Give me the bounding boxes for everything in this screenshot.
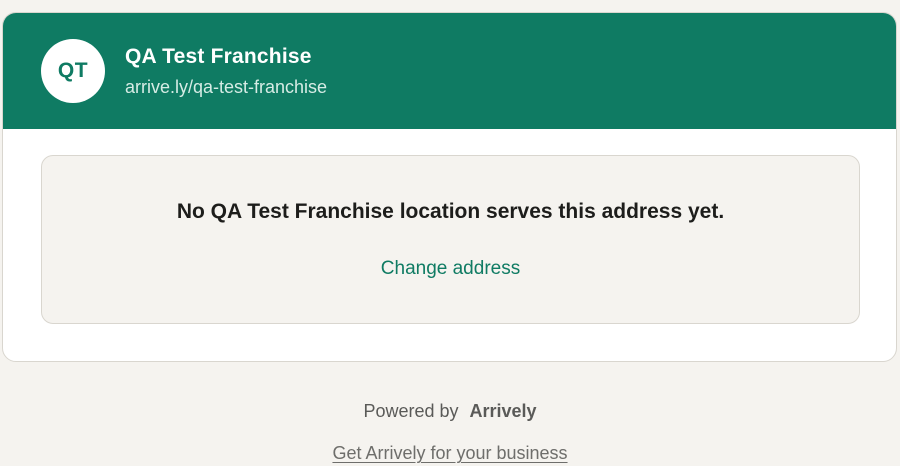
- store-name: QA Test Franchise: [125, 45, 312, 68]
- store-header: QT QA Test Franchise arrive.ly/qa-test-f…: [3, 13, 896, 129]
- no-location-notice: No QA Test Franchise location serves thi…: [41, 155, 860, 324]
- powered-by-label: Powered by: [363, 401, 459, 421]
- store-url: arrive.ly/qa-test-franchise: [125, 77, 328, 97]
- change-address-button[interactable]: Change address: [381, 258, 520, 279]
- notice-message: No QA Test Franchise location serves thi…: [176, 200, 725, 223]
- footer-cta: Get Arrively for your business: [0, 443, 900, 464]
- store-avatar: QT: [41, 39, 105, 103]
- get-arrively-link[interactable]: Get Arrively for your business: [332, 443, 567, 463]
- powered-by: Powered by Arrively: [0, 401, 900, 422]
- change-address-container: Change address: [42, 258, 859, 280]
- powered-by-brand: Arrively: [469, 401, 537, 421]
- store-card: QT QA Test Franchise arrive.ly/qa-test-f…: [2, 12, 897, 362]
